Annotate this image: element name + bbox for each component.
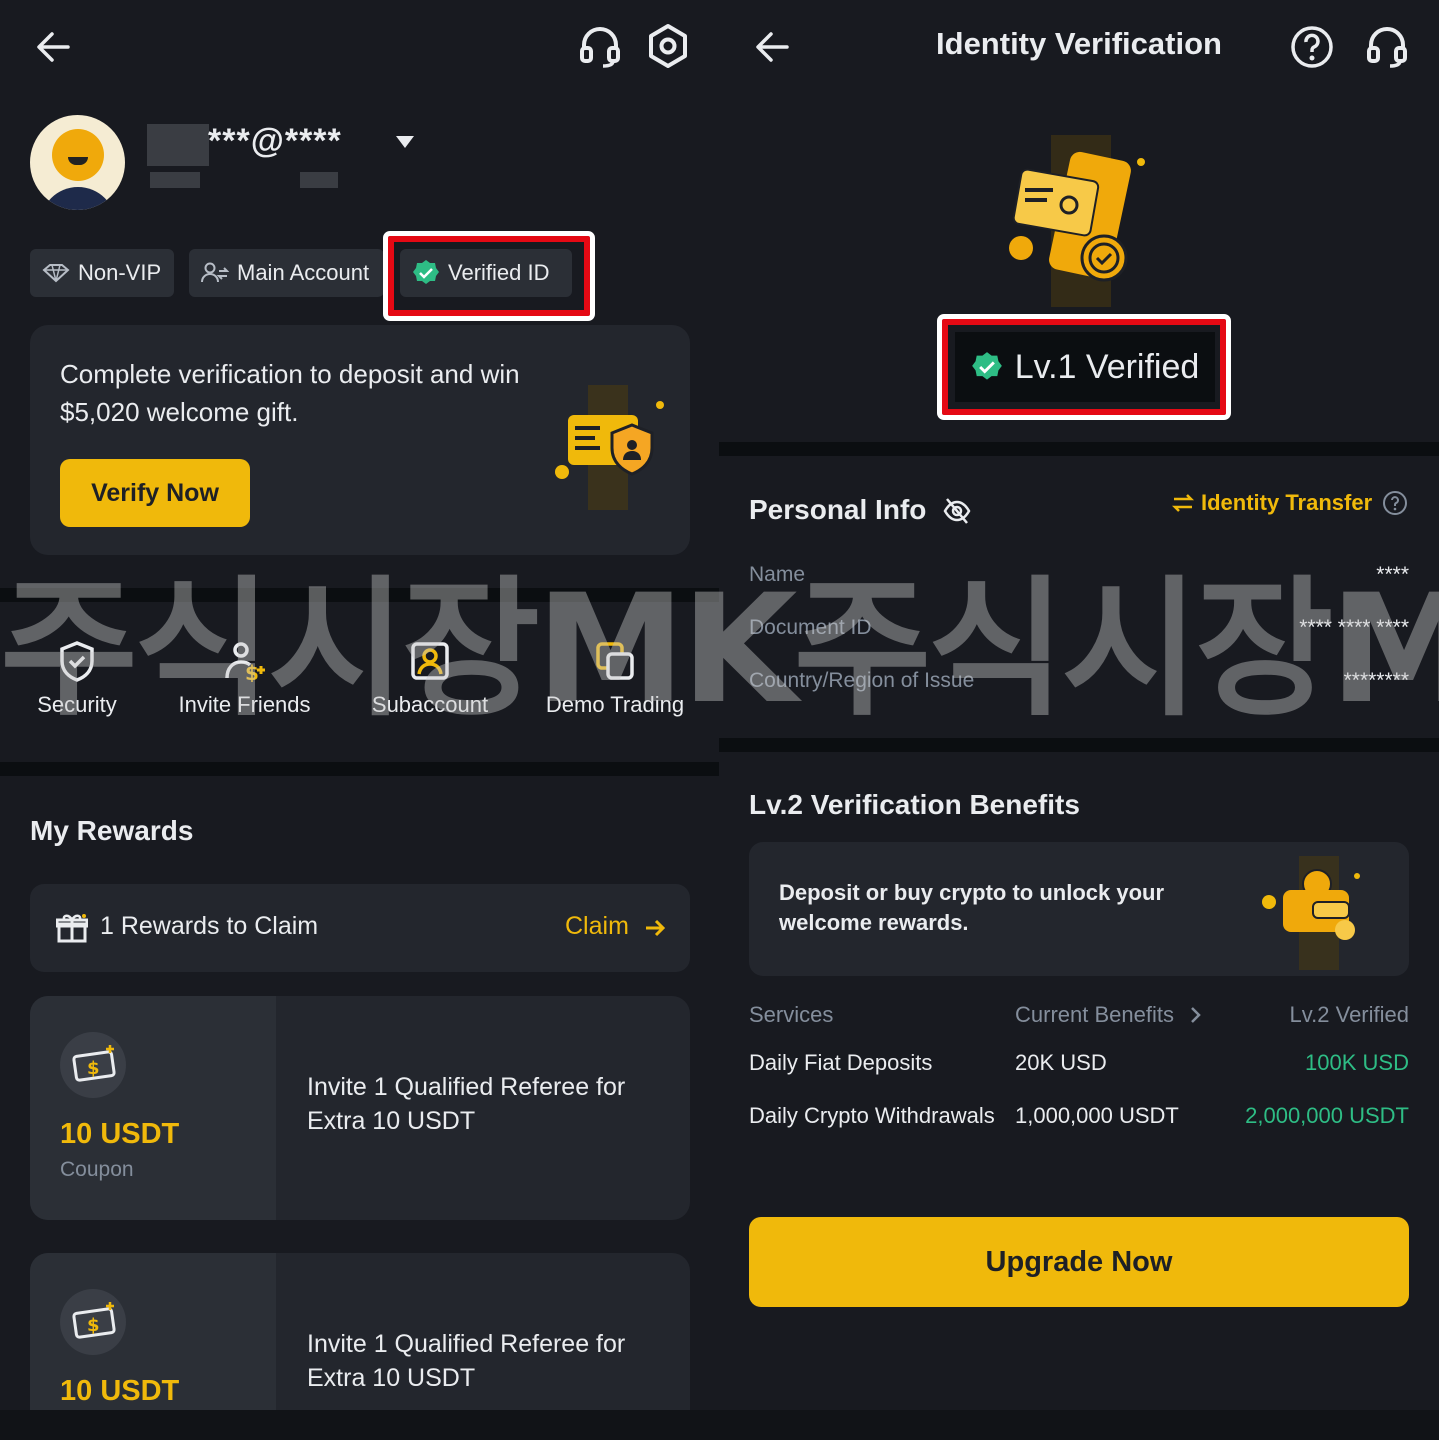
redaction-block [147, 124, 209, 166]
svg-text:$: $ [87, 1058, 100, 1079]
headset-icon[interactable] [578, 24, 622, 68]
benefit-service: Daily Crypto Withdrawals [749, 1103, 995, 1128]
section-divider [719, 442, 1439, 456]
cash-ticket-icon: $ [72, 1045, 116, 1082]
rewards-count-text: 1 Rewards to Claim [100, 912, 319, 940]
rewards-claim-row[interactable]: 1 Rewards to Claim Claim [30, 884, 690, 972]
promo-text: Complete verification to deposit and win… [60, 359, 520, 427]
wallet-illustration [1262, 856, 1360, 970]
id-phone-illustration [1009, 135, 1145, 307]
coupon-amount: 10 USDT [60, 1118, 180, 1150]
info-value: **** **** **** [1299, 616, 1409, 639]
coupon-amount: 10 USDT [60, 1375, 180, 1407]
coupon-type: Coupon [60, 1158, 134, 1181]
coupon-description: Invite 1 Qualified Referee for Extra 10 … [307, 1073, 626, 1135]
bottom-bar [0, 1410, 1439, 1440]
benefit-next: 2,000,000 USDT [1245, 1103, 1409, 1128]
identity-verification-panel: Identity Verification Lv.1 Verified Pers… [719, 0, 1439, 1440]
gift-icon [56, 914, 88, 943]
benefits-header-next: Lv.2 Verified [1289, 1002, 1409, 1027]
chevron-right-icon [1191, 1007, 1201, 1023]
personal-info-title: Personal Info [749, 494, 927, 525]
arrow-right-icon[interactable] [644, 918, 666, 938]
info-label: Document ID [749, 616, 872, 639]
avatar[interactable] [30, 115, 125, 210]
question-circle-icon[interactable] [1289, 24, 1335, 70]
svg-text:$: $ [245, 661, 259, 682]
benefits-header-current: Current Benefits [1015, 1002, 1174, 1027]
account-panel: ***@**** Non-VIP Main Account Verified I… [0, 0, 719, 1440]
benefits-banner-text: Deposit or buy crypto to unlock your wel… [779, 880, 1165, 935]
identity-transfer-link[interactable]: Identity Transfer [1171, 490, 1408, 516]
question-circle-icon[interactable] [1382, 490, 1408, 516]
user-dollar-icon: $ [224, 642, 265, 682]
upgrade-now-button[interactable]: Upgrade Now [749, 1217, 1409, 1307]
eye-off-icon[interactable] [943, 497, 971, 525]
info-label: Country/Region of Issue [749, 669, 975, 692]
benefit-current: 1,000,000 USDT [1015, 1103, 1179, 1128]
arrow-left-icon[interactable] [753, 28, 791, 66]
highlight-box [937, 314, 1231, 420]
transfer-arrows-icon [1171, 494, 1195, 512]
quick-action-label: Demo Trading [545, 692, 685, 717]
headset-icon[interactable] [1365, 24, 1409, 68]
highlight-box [383, 231, 595, 321]
verification-promo-card: Complete verification to deposit and win… [30, 325, 690, 555]
vip-level-label: Non-VIP [78, 260, 162, 285]
verify-now-button[interactable]: Verify Now [60, 459, 250, 527]
quick-action-invite-friends[interactable]: $ Invite Friends [162, 640, 327, 718]
quick-action-label: Invite Friends [178, 692, 311, 717]
section-title: My Rewards [30, 815, 194, 846]
coupon-stub [30, 996, 276, 1220]
coupon-description: Invite 1 Qualified Referee for Extra 10 … [307, 1330, 626, 1392]
info-value: **** [1376, 563, 1409, 586]
benefit-next: 100K USD [1305, 1050, 1409, 1075]
benefits-banner[interactable]: Deposit or buy crypto to unlock your wel… [749, 842, 1409, 976]
section-divider [0, 762, 719, 776]
identity-transfer-label: Identity Transfer [1201, 490, 1373, 515]
info-label: Name [749, 563, 806, 586]
caret-down-icon[interactable] [394, 134, 416, 150]
account-type-label: Main Account [237, 260, 370, 285]
redaction-block [150, 172, 200, 188]
quick-action-subaccount[interactable]: Subaccount [355, 640, 505, 718]
quick-action-demo-trading[interactable]: Demo Trading [535, 640, 695, 718]
id-shield-illustration [555, 385, 664, 510]
page-title: Identity Verification [936, 26, 1222, 61]
quick-action-label: Subaccount [371, 692, 489, 717]
current-benefits-link[interactable]: Current Benefits [1015, 1002, 1206, 1028]
benefits-title: Lv.2 Verification Benefits [749, 789, 1080, 820]
arrow-left-icon[interactable] [34, 28, 72, 66]
benefits-header-services: Services [749, 1002, 834, 1027]
shield-check-icon [60, 641, 94, 682]
claim-link[interactable]: Claim [565, 912, 629, 941]
vip-level-chip[interactable]: Non-VIP [30, 249, 174, 297]
diamond-icon [42, 264, 70, 283]
redaction-block [300, 172, 338, 188]
coupon-card[interactable]: $ 10 USDT Coupon Invite 1 Qualified Refe… [30, 996, 690, 1220]
gear-icon[interactable] [644, 22, 692, 70]
svg-text:$: $ [87, 1315, 100, 1336]
info-value: ******** [1343, 669, 1409, 692]
user-switch-icon [201, 262, 229, 283]
benefit-service: Daily Fiat Deposits [749, 1050, 933, 1075]
account-email[interactable]: ***@**** [208, 122, 342, 161]
quick-action-label: Security [37, 692, 117, 717]
section-divider [719, 738, 1439, 752]
user-square-icon [411, 642, 449, 680]
quick-action-security[interactable]: Security [2, 640, 152, 718]
cash-ticket-icon: $ [72, 1302, 116, 1339]
account-type-chip[interactable]: Main Account [189, 249, 384, 297]
benefit-current: 20K USD [1015, 1050, 1107, 1075]
copy-squares-icon [596, 642, 634, 680]
section-divider [0, 588, 719, 602]
